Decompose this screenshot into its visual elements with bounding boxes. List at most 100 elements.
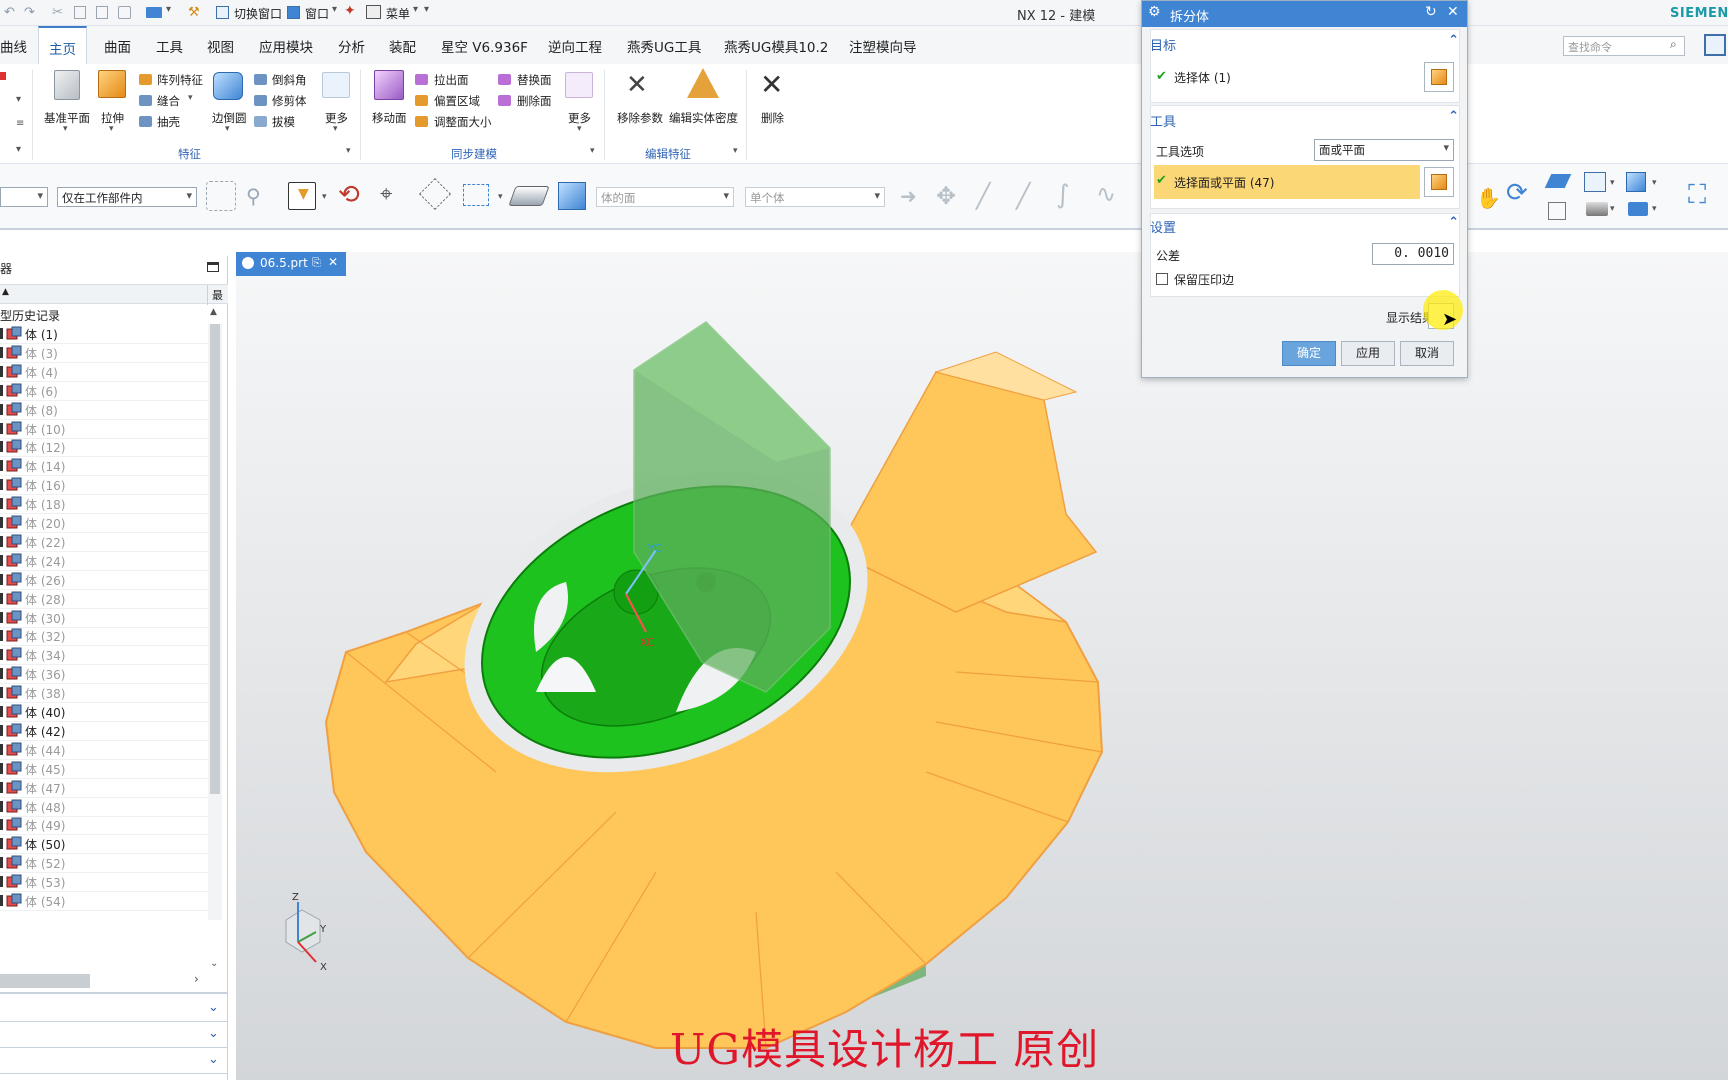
navigator-body-row[interactable]: 体 (50) — [0, 834, 208, 855]
gear-icon[interactable]: ⚙ — [1148, 4, 1161, 20]
resource-bar-icon[interactable] — [1704, 34, 1726, 56]
navigator-body-row[interactable]: 体 (26) — [0, 570, 208, 590]
document-tab[interactable]: 06.5.prt ⎘ ✕ — [236, 252, 346, 276]
repeat-command-icon[interactable] — [118, 6, 131, 19]
navigator-body-row[interactable]: 体 (16) — [0, 475, 208, 496]
menu-dropdown-icon[interactable]: ▾ — [413, 4, 418, 15]
replace-face-button[interactable]: 替换面 — [517, 72, 552, 88]
settings-header[interactable]: 设置 — [1150, 217, 1176, 236]
pull-face-button[interactable]: 拉出面 — [434, 72, 469, 88]
tab-analysis[interactable]: 分析 — [338, 36, 365, 56]
visibility-checkbox[interactable] — [0, 706, 3, 717]
tab-yanxiu-tools[interactable]: 燕秀UG工具 — [627, 36, 701, 56]
pull-face-icon[interactable] — [415, 74, 428, 85]
switch-window-button[interactable]: 切换窗口 — [234, 5, 282, 22]
shell-icon[interactable] — [139, 116, 152, 127]
shell-button[interactable]: 抽壳 — [157, 114, 180, 130]
collapse-tool-icon[interactable]: ⌃ — [1448, 109, 1459, 124]
navigator-body-row[interactable]: 体 (54) — [0, 891, 208, 911]
collapse-settings-icon[interactable]: ⌃ — [1448, 215, 1459, 230]
visibility-checkbox[interactable] — [0, 762, 3, 774]
move-face-button[interactable]: 移动面 — [372, 110, 407, 126]
visibility-checkbox[interactable] — [0, 535, 3, 547]
partial-group-menu-icon[interactable]: ▾ — [16, 144, 21, 155]
document-tab-label[interactable]: 06.5.prt — [260, 256, 308, 270]
tab-view[interactable]: 视图 — [207, 36, 234, 56]
tab-surface[interactable]: 曲面 — [104, 36, 131, 56]
body-rule-icon[interactable] — [558, 182, 586, 210]
chamfer-button[interactable]: 倒斜角 — [272, 72, 307, 88]
more-features-icon[interactable] — [322, 72, 350, 98]
keep-imprint-checkbox[interactable] — [1156, 273, 1168, 285]
offset-region-icon[interactable] — [415, 95, 428, 106]
menu-icon[interactable] — [366, 5, 381, 19]
quick-pick-icon[interactable] — [419, 178, 451, 210]
close-icon[interactable]: ✕ — [1447, 4, 1459, 20]
navigator-body-row[interactable]: 体 (4) — [0, 362, 208, 382]
scroll-right-icon[interactable]: › — [194, 972, 199, 986]
type-filter-select[interactable] — [0, 187, 48, 207]
visibility-checkbox[interactable] — [0, 819, 3, 831]
rotate-view-icon[interactable]: ⟳ — [1506, 178, 1528, 208]
visibility-checkbox[interactable] — [0, 781, 3, 793]
face-rule-icon[interactable] — [508, 186, 550, 206]
selection-scope-select[interactable]: 仅在工作部件内 — [57, 187, 197, 207]
apply-button[interactable]: 应用 — [1341, 341, 1395, 366]
expand-details-icon[interactable]: ⌄ — [208, 1026, 219, 1041]
visibility-checkbox[interactable] — [0, 479, 3, 491]
navigator-splitter[interactable] — [0, 992, 228, 994]
line-icon[interactable]: ╱ — [976, 182, 990, 210]
navigator-body-row[interactable]: 体 (18) — [0, 494, 208, 515]
target-header[interactable]: 目标 — [1150, 35, 1176, 54]
cut-icon[interactable]: ✂ — [52, 5, 66, 20]
tool-header[interactable]: 工具 — [1150, 111, 1176, 130]
partial-dropdown-icon[interactable]: ▾ — [16, 94, 21, 105]
select-face-button[interactable] — [1424, 167, 1454, 197]
select-body-button[interactable] — [1424, 62, 1454, 92]
navigator-body-row[interactable]: 体 (40) — [0, 702, 208, 722]
tolerance-input[interactable]: 0. 0010 — [1372, 243, 1454, 265]
sort-asc-icon[interactable]: ▲ — [2, 287, 9, 297]
fit-view-icon[interactable] — [1584, 172, 1606, 192]
replace-face-icon[interactable] — [498, 74, 511, 85]
delete-icon[interactable]: ✕ — [760, 68, 783, 101]
navigator-body-row[interactable]: 体 (10) — [0, 419, 208, 439]
rotate-point-icon[interactable]: ⟲ — [338, 180, 360, 210]
face-rule-select[interactable]: 体的面 — [596, 187, 734, 207]
rectangle-select-icon[interactable] — [463, 184, 489, 206]
selection-priority-icon[interactable] — [206, 181, 236, 211]
visibility-checkbox[interactable] — [0, 573, 3, 585]
delete-button[interactable]: 删除 — [761, 110, 784, 126]
visibility-checkbox[interactable] — [0, 365, 3, 377]
navigator-hscroll-thumb[interactable] — [0, 974, 90, 988]
remove-parameters-icon[interactable]: ✕ — [626, 70, 648, 100]
details-panel[interactable]: ⌄ — [0, 1022, 228, 1048]
visibility-checkbox[interactable] — [0, 838, 3, 850]
navigator-vscrollbar[interactable] — [208, 324, 222, 920]
navigator-body-row[interactable]: 体 (30) — [0, 608, 208, 628]
orient-view-dropdown-icon[interactable]: ▾ — [1652, 178, 1657, 188]
window-dropdown-icon[interactable]: ▾ — [332, 4, 337, 15]
navigator-maximize-icon[interactable] — [207, 262, 219, 272]
visibility-checkbox[interactable] — [0, 687, 3, 699]
navigator-body-row[interactable]: 体 (44) — [0, 740, 208, 760]
visibility-checkbox[interactable] — [0, 743, 3, 755]
model-history-node[interactable]: 型历史记录 ▲ — [0, 305, 217, 325]
visibility-checkbox[interactable] — [0, 895, 3, 906]
more-features-dropdown-icon[interactable]: ▾ — [333, 124, 338, 134]
sew-icon[interactable] — [139, 95, 152, 106]
navigator-body-row[interactable]: 体 (14) — [0, 456, 208, 477]
visibility-checkbox[interactable] — [0, 498, 3, 510]
partial-tool-icon[interactable] — [0, 72, 6, 80]
visibility-checkbox[interactable] — [0, 630, 3, 642]
sew-button[interactable]: 缝合 — [157, 93, 180, 109]
navigator-body-row[interactable]: 体 (12) — [0, 437, 208, 458]
visibility-checkbox[interactable] — [0, 517, 3, 528]
body-rule-select[interactable]: 单个体 — [745, 187, 885, 207]
window-icon[interactable] — [287, 6, 300, 19]
dialog-title-bar[interactable]: ⚙ 拆分体 ↻ ✕ — [1142, 1, 1467, 27]
command-search-input[interactable]: 查找命令 — [1563, 36, 1685, 56]
perspective-icon[interactable] — [1544, 174, 1572, 188]
select-body-label[interactable]: 选择体 (1) — [1174, 69, 1231, 86]
edit-density-icon[interactable] — [687, 68, 719, 98]
